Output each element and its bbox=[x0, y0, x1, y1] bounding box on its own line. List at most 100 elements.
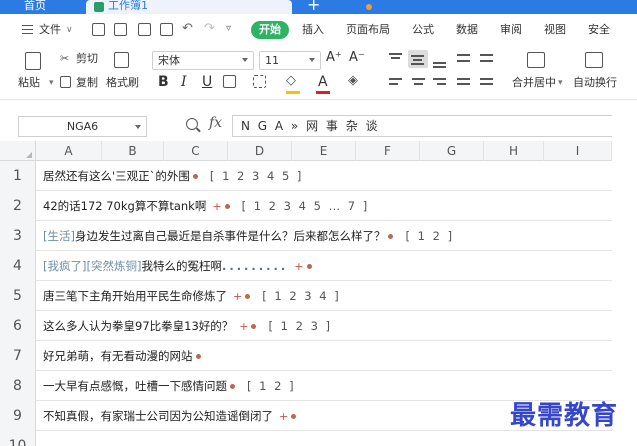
align-bottom-icon[interactable] bbox=[433, 62, 446, 64]
font-name-select[interactable]: 宋体 bbox=[152, 51, 254, 70]
merge-center-button[interactable]: 合并居中 bbox=[512, 76, 556, 90]
row-header[interactable]: 6 bbox=[0, 311, 36, 341]
table-row[interactable]: 1 居然还有这么'三观正`的外围 [ 1 2 3 4 5 ] bbox=[0, 161, 612, 191]
align-left-icon[interactable] bbox=[389, 78, 402, 80]
shrink-font-button[interactable]: A⁻ bbox=[349, 51, 365, 65]
indent-increase-icon[interactable] bbox=[480, 54, 493, 56]
menu-start[interactable]: 开始 bbox=[251, 21, 289, 39]
clear-format-icon[interactable]: ◈ bbox=[348, 74, 358, 88]
italic-button[interactable]: I bbox=[181, 74, 187, 90]
merge-dropdown-icon[interactable]: ▾ bbox=[558, 76, 563, 90]
merge-center-icon[interactable] bbox=[527, 52, 545, 68]
menu-view[interactable]: 视图 bbox=[544, 22, 566, 38]
column-header-h[interactable]: H bbox=[484, 141, 544, 161]
cell-a8[interactable]: 一大早有点感慨，吐槽一下感情问题 [ 1 2 ] bbox=[43, 371, 296, 401]
tab-document[interactable]: 工作簿1 bbox=[86, 0, 372, 14]
cell-a2[interactable]: 42的话172 70kg算不算tank啊 + [ 1 2 3 4 5 … 7 ] bbox=[43, 191, 369, 221]
paste-button[interactable]: 粘贴 bbox=[18, 76, 40, 90]
copy-button[interactable]: 复制 bbox=[76, 76, 98, 90]
new-tab-button[interactable]: + bbox=[307, 0, 320, 13]
column-header-f[interactable]: F bbox=[356, 141, 420, 161]
row-header[interactable]: 5 bbox=[0, 281, 36, 311]
row-header[interactable]: 9 bbox=[0, 401, 36, 431]
quick-access-dropdown-icon[interactable]: ▿ bbox=[226, 23, 231, 34]
indent-decrease-icon[interactable] bbox=[457, 54, 470, 56]
print-icon[interactable] bbox=[138, 23, 151, 36]
table-row[interactable]: 2 42的话172 70kg算不算tank啊 + [ 1 2 3 4 5 … 7 ] bbox=[0, 191, 612, 221]
chevron-down-icon[interactable]: ∨ bbox=[66, 22, 73, 38]
font-size-select[interactable]: 11 bbox=[259, 51, 321, 70]
topic-title: 42的话172 70kg算不算tank啊 bbox=[43, 199, 207, 213]
table-row[interactable]: 4 [我疯了][突然炼铜]我特么的冤枉啊......... + bbox=[0, 251, 612, 281]
font-color-button[interactable]: A bbox=[318, 74, 328, 90]
zoom-icon[interactable] bbox=[186, 118, 198, 130]
auto-wrap-button[interactable]: 自动换行 bbox=[573, 76, 617, 90]
paste-dropdown-icon[interactable]: ▾ bbox=[49, 76, 54, 90]
align-center-icon[interactable] bbox=[412, 78, 425, 80]
save-icon[interactable] bbox=[92, 23, 105, 36]
select-all-corner[interactable] bbox=[0, 141, 36, 161]
column-header-a[interactable]: A bbox=[36, 141, 102, 161]
row-header[interactable]: 4 bbox=[0, 251, 36, 281]
cell-a1[interactable]: 居然还有这么'三观正`的外围 [ 1 2 3 4 5 ] bbox=[43, 161, 303, 191]
name-box[interactable]: NGA6 bbox=[18, 116, 147, 137]
align-right-icon[interactable] bbox=[433, 78, 446, 80]
cut-button[interactable]: 剪切 bbox=[76, 52, 98, 66]
row-header[interactable]: 10 bbox=[0, 431, 36, 446]
cell-a4[interactable]: [我疯了][突然炼铜]我特么的冤枉啊......... + bbox=[43, 251, 314, 281]
undo-icon[interactable]: ↶ bbox=[182, 21, 193, 36]
column-header-b[interactable]: B bbox=[102, 141, 164, 161]
hamburger-icon[interactable] bbox=[22, 25, 33, 34]
borders-icon[interactable] bbox=[223, 75, 236, 88]
column-header-c[interactable]: C bbox=[164, 141, 228, 161]
paste-icon[interactable] bbox=[25, 52, 41, 70]
table-row[interactable]: 10 bbox=[0, 431, 612, 446]
column-header-g[interactable]: G bbox=[420, 141, 484, 161]
menu-review[interactable]: 审阅 bbox=[500, 22, 522, 38]
grow-font-button[interactable]: A⁺ bbox=[326, 51, 342, 65]
distribute-icon[interactable] bbox=[480, 78, 493, 80]
row-header[interactable]: 1 bbox=[0, 161, 36, 191]
menu-page-layout[interactable]: 页面布局 bbox=[346, 22, 390, 38]
justify-icon[interactable] bbox=[457, 78, 470, 80]
row-header[interactable]: 2 bbox=[0, 191, 36, 221]
copy-icon[interactable] bbox=[60, 76, 71, 88]
menu-insert[interactable]: 插入 bbox=[302, 22, 324, 38]
table-row[interactable]: 3 [生活]身边发生过离自己最近是自杀事件是什么？后来都怎么样了？ [ 1 2 ] bbox=[0, 221, 612, 251]
cell-a6[interactable]: 这么多人认为拳皇97比拳皇13好的？ + [ 1 2 3 ] bbox=[43, 311, 332, 341]
column-header-i[interactable]: I bbox=[544, 141, 612, 161]
row-header[interactable]: 8 bbox=[0, 371, 36, 401]
scissors-icon[interactable]: ✂ bbox=[60, 52, 69, 66]
export-pdf-icon[interactable] bbox=[114, 23, 127, 36]
menu-security[interactable]: 安全 bbox=[588, 22, 610, 38]
underline-button[interactable]: U bbox=[202, 74, 212, 90]
tab-home[interactable]: 首页 bbox=[14, 0, 56, 14]
print-preview-icon[interactable] bbox=[160, 23, 173, 36]
table-row[interactable]: 7 好兄弟萌，有无看动漫的网站 bbox=[0, 341, 612, 371]
bold-button[interactable]: B bbox=[158, 74, 169, 90]
auto-wrap-icon[interactable] bbox=[585, 52, 603, 68]
align-top-icon[interactable] bbox=[389, 53, 402, 55]
redo-icon[interactable]: ↷ bbox=[204, 21, 215, 36]
cell-style-icon[interactable] bbox=[253, 75, 266, 88]
cell-a3[interactable]: [生活]身边发生过离自己最近是自杀事件是什么？后来都怎么样了？ [ 1 2 ] bbox=[43, 221, 454, 251]
format-painter-button[interactable]: 格式刷 bbox=[106, 76, 139, 90]
row-header[interactable]: 3 bbox=[0, 221, 36, 251]
column-header-d[interactable]: D bbox=[228, 141, 292, 161]
row-header[interactable]: 7 bbox=[0, 341, 36, 371]
cell-a7[interactable]: 好兄弟萌，有无看动漫的网站 bbox=[43, 341, 203, 371]
fill-color-icon[interactable]: ◇ bbox=[286, 74, 296, 88]
formula-input[interactable]: N G A » 网 事 杂 谈 bbox=[232, 115, 637, 137]
bullet-dot-icon bbox=[245, 294, 251, 299]
table-row[interactable]: 6 这么多人认为拳皇97比拳皇13好的？ + [ 1 2 3 ] bbox=[0, 311, 612, 341]
table-row[interactable]: 5 唐三笔下主角开始用平民生命修炼了 + [ 1 2 3 4 ] bbox=[0, 281, 612, 311]
format-painter-icon[interactable] bbox=[114, 52, 129, 68]
menu-data[interactable]: 数据 bbox=[456, 22, 478, 38]
menu-formulas[interactable]: 公式 bbox=[412, 22, 434, 38]
align-middle-button[interactable] bbox=[408, 50, 428, 68]
menu-file[interactable]: 文件 bbox=[39, 22, 61, 38]
cell-a5[interactable]: 唐三笔下主角开始用平民生命修炼了 + [ 1 2 3 4 ] bbox=[43, 281, 341, 311]
cell-a9[interactable]: 不知真假，有家瑞士公司因为公知造谣倒闭了 + bbox=[43, 401, 298, 431]
insert-function-button[interactable]: fx bbox=[209, 115, 222, 131]
column-header-e[interactable]: E bbox=[292, 141, 356, 161]
